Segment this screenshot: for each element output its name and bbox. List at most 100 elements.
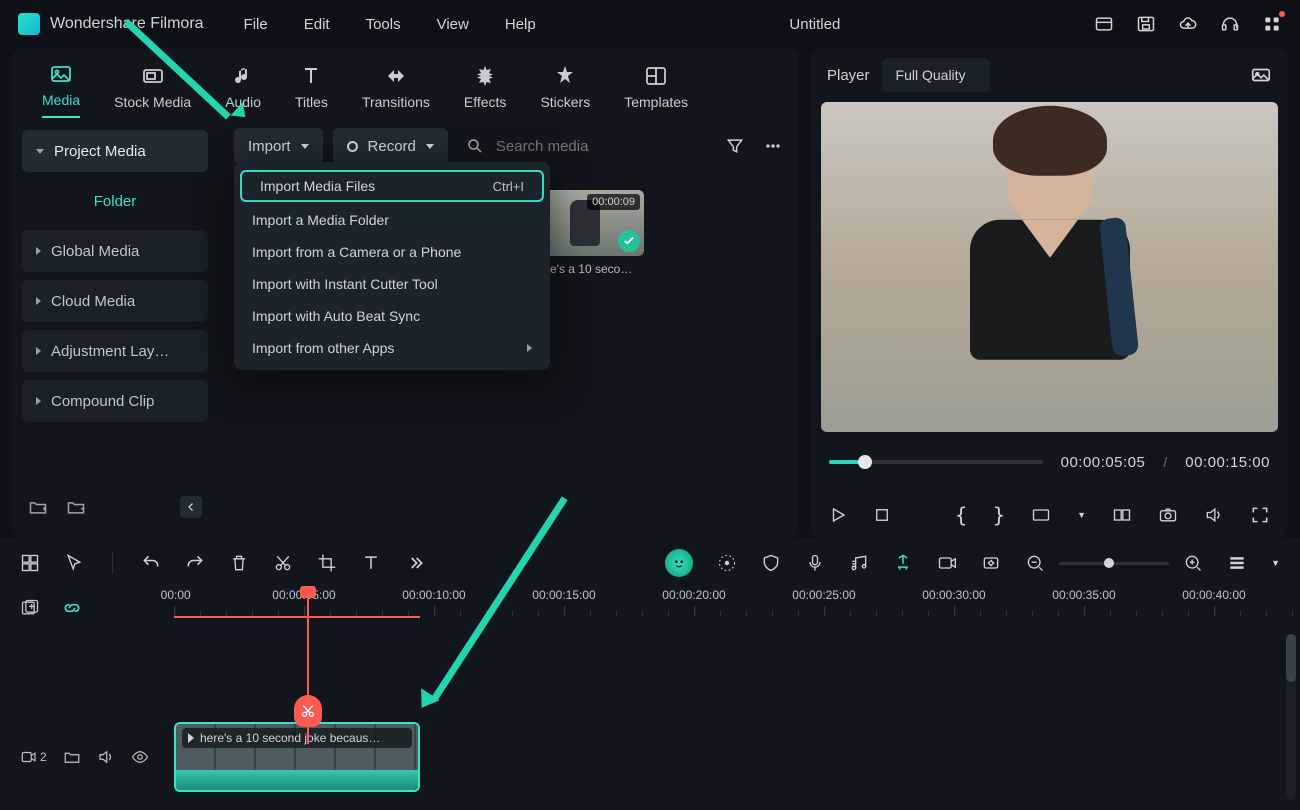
apps-icon[interactable] — [1262, 14, 1282, 34]
marker-icon[interactable] — [893, 553, 913, 573]
caret-right-icon — [36, 397, 41, 405]
menu-edit[interactable]: Edit — [304, 16, 330, 33]
seek-bar[interactable] — [829, 460, 1043, 464]
tab-transitions[interactable]: Transitions — [362, 64, 430, 118]
tab-media[interactable]: Media — [42, 62, 80, 118]
save-icon[interactable] — [1136, 14, 1156, 34]
play-indicator-icon — [188, 733, 194, 743]
ruler-tick: 00:00:35:00 — [1052, 588, 1115, 602]
redo-icon[interactable] — [185, 553, 205, 573]
sidebar-global[interactable]: Global Media — [22, 230, 208, 272]
camera-icon[interactable] — [1158, 505, 1178, 525]
import-beat[interactable]: Import with Auto Beat Sync — [234, 300, 550, 332]
select-tool-icon[interactable] — [64, 553, 84, 573]
record-button[interactable]: Record — [333, 128, 448, 164]
sidebar-compound[interactable]: Compound Clip — [22, 380, 208, 422]
zoom-slider[interactable] — [1059, 562, 1169, 565]
sidebar-folder[interactable]: Folder — [22, 180, 208, 222]
undo-icon[interactable] — [141, 553, 161, 573]
media-card[interactable]: 00:00:09 …re's a 10 seco… — [534, 190, 644, 276]
delete-folder-icon[interactable] — [66, 497, 86, 517]
more-icon[interactable] — [763, 136, 783, 156]
quality-dropdown[interactable]: Full Quality — [882, 58, 990, 92]
stop-icon[interactable] — [873, 506, 891, 524]
timeline-clip[interactable]: here's a 10 second joke becaus… — [174, 722, 420, 792]
delete-icon[interactable] — [229, 553, 249, 573]
ruler-tick: :00:00 — [160, 588, 191, 602]
tab-titles[interactable]: Titles — [295, 64, 328, 118]
add-track-icon[interactable] — [20, 598, 40, 618]
scrollbar-thumb[interactable] — [1286, 634, 1296, 682]
mute-icon[interactable] — [97, 748, 115, 766]
clip-label: here's a 10 second joke becaus… — [200, 731, 380, 745]
templates-icon — [644, 64, 668, 88]
link-icon[interactable] — [62, 598, 82, 618]
import-cutter[interactable]: Import with Instant Cutter Tool — [234, 268, 550, 300]
import-button[interactable]: Import — [234, 128, 323, 164]
time-ruler[interactable]: :00:0000:00:05:0000:00:10:0000:00:15:000… — [160, 588, 1300, 628]
headset-icon[interactable] — [1220, 14, 1240, 34]
import-media-folder[interactable]: Import a Media Folder — [234, 204, 550, 236]
menu-tools[interactable]: Tools — [366, 16, 401, 33]
seek-handle[interactable] — [858, 455, 872, 469]
visibility-icon[interactable] — [131, 748, 149, 766]
volume-icon[interactable] — [1204, 505, 1224, 525]
mark-in-icon[interactable]: { — [955, 503, 967, 527]
import-media-files[interactable]: Import Media FilesCtrl+I — [240, 170, 544, 202]
sidebar-cloud[interactable]: Cloud Media — [22, 280, 208, 322]
tab-stickers[interactable]: Stickers — [540, 64, 590, 118]
keyframe-icon[interactable] — [981, 553, 1001, 573]
view-mode-icon[interactable] — [1227, 553, 1247, 573]
menu-view[interactable]: View — [437, 16, 469, 33]
crop-icon[interactable] — [317, 553, 337, 573]
cut-icon[interactable] — [273, 553, 293, 573]
more-tools-icon[interactable] — [405, 553, 425, 573]
ai-icon[interactable] — [665, 549, 693, 577]
collapse-sidebar-button[interactable] — [180, 496, 202, 518]
video-track-icon[interactable]: 2 — [20, 748, 47, 766]
compare-icon[interactable] — [1112, 505, 1132, 525]
menu-help[interactable]: Help — [505, 16, 536, 33]
ruler-tick: 00:00:25:00 — [792, 588, 855, 602]
timeline-scrollbar[interactable] — [1286, 634, 1296, 800]
chevron-down-icon[interactable]: ▼ — [1271, 558, 1280, 568]
mic-icon[interactable] — [805, 553, 825, 573]
fullscreen-icon[interactable] — [1250, 505, 1270, 525]
mark-out-icon[interactable]: } — [993, 503, 1005, 527]
shield-icon[interactable] — [761, 553, 781, 573]
sidebar-adjustment[interactable]: Adjustment Lay… — [22, 330, 208, 372]
speed-icon[interactable] — [717, 553, 737, 573]
text-icon[interactable] — [361, 553, 381, 573]
new-folder-icon[interactable] — [28, 497, 48, 517]
time-current: 00:00:05:05 — [1061, 454, 1146, 471]
cloud-icon[interactable] — [1178, 14, 1198, 34]
filter-icon[interactable] — [725, 136, 745, 156]
play-icon[interactable] — [829, 506, 847, 524]
tab-titles-label: Titles — [295, 94, 328, 110]
ratio-icon[interactable] — [1031, 505, 1051, 525]
record-label: Record — [368, 138, 416, 155]
search-icon[interactable] — [466, 137, 484, 155]
panels-icon[interactable] — [20, 553, 40, 573]
sidebar-project[interactable]: Project Media — [22, 130, 208, 172]
preview-canvas[interactable] — [821, 102, 1278, 432]
tab-templates[interactable]: Templates — [624, 64, 688, 118]
import-apps[interactable]: Import from other Apps — [234, 332, 550, 364]
cut-badge[interactable] — [294, 695, 322, 727]
layout-icon[interactable] — [1094, 14, 1114, 34]
render-icon[interactable] — [937, 553, 957, 573]
folder-track-icon[interactable] — [63, 748, 81, 766]
playhead-grip-icon[interactable] — [300, 586, 316, 598]
import-camera[interactable]: Import from a Camera or a Phone — [234, 236, 550, 268]
tab-effects[interactable]: Effects — [464, 64, 507, 118]
music-icon[interactable] — [849, 553, 869, 573]
chevron-down-icon[interactable]: ▼ — [1077, 510, 1086, 520]
menu-file[interactable]: File — [244, 16, 268, 33]
search-input[interactable] — [496, 138, 707, 155]
zoom-out-icon[interactable] — [1025, 553, 1045, 573]
zoom-handle[interactable] — [1104, 558, 1114, 568]
tab-stock-label: Stock Media — [114, 94, 191, 110]
zoom-in-icon[interactable] — [1183, 553, 1203, 573]
tab-effects-label: Effects — [464, 94, 507, 110]
snapshot-icon[interactable] — [1250, 64, 1272, 86]
